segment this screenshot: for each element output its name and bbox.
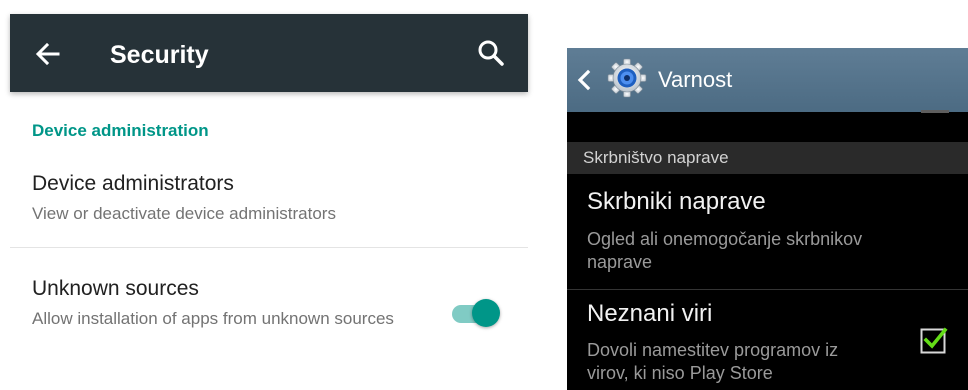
item-subtitle-line1: Ogled ali onemogočanje skrbnikov — [587, 229, 863, 249]
app-bar: Security — [10, 14, 528, 92]
item-title: Device administrators — [32, 172, 234, 195]
item-subtitle: Allow installation of apps from unknown … — [32, 309, 394, 328]
chevron-left-icon[interactable] — [575, 68, 593, 92]
toggle-thumb — [472, 299, 500, 327]
unknown-sources-checkbox[interactable] — [920, 326, 948, 354]
section-header-device-administration: Skrbništvo naprave — [567, 142, 968, 174]
item-subtitle-line2: virov, ki niso Play Store — [587, 363, 773, 383]
lollipop-security-screen: Security Device administration Device ad… — [10, 14, 528, 390]
item-title: Skrbniki naprave — [587, 188, 766, 215]
divider — [10, 247, 528, 248]
unknown-sources-item[interactable]: Neznani viri Dovoli namestitev programov… — [567, 298, 968, 390]
item-title: Unknown sources — [32, 277, 199, 300]
page-title: Varnost — [658, 67, 733, 92]
app-bar: Varnost — [567, 48, 968, 112]
item-title: Neznani viri — [587, 300, 713, 327]
page-title: Security — [110, 41, 209, 69]
device-administrators-item[interactable]: Skrbniki naprave Ogled ali onemogočanje … — [567, 184, 968, 288]
search-icon[interactable] — [474, 36, 508, 70]
divider — [567, 289, 968, 290]
touchwiz-security-screen: Varnost Skrbništvo naprave Skrbniki napr… — [567, 48, 968, 390]
item-subtitle-line2: naprave — [587, 252, 653, 272]
scroll-indicator — [921, 110, 949, 113]
unknown-sources-toggle[interactable] — [448, 297, 502, 329]
settings-gear-icon — [607, 58, 647, 98]
section-header-label: Skrbništvo naprave — [583, 148, 729, 167]
item-subtitle: View or deactivate device administrators — [32, 204, 336, 223]
item-subtitle-line1: Dovoli namestitev programov iz — [587, 340, 839, 360]
section-header-device-administration: Device administration — [32, 121, 209, 140]
device-administrators-item[interactable]: Device administrators View or deactivate… — [10, 166, 528, 244]
arrow-left-icon[interactable] — [28, 34, 68, 74]
